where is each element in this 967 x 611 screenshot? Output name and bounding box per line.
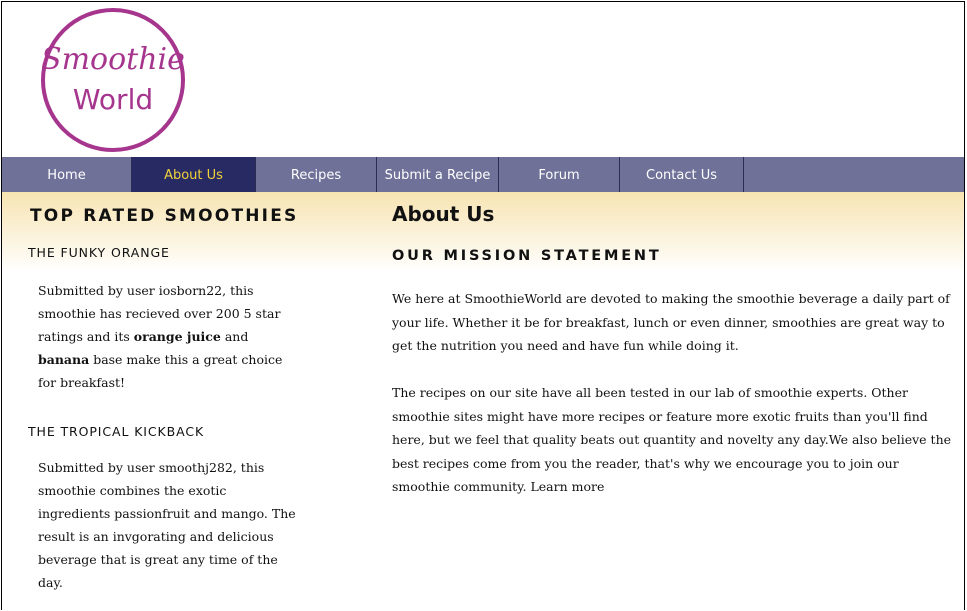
nav-submit-a-recipe[interactable]: Submit a Recipe [377,157,499,192]
main-nav: Home About Us Recipes Submit a Recipe Fo… [2,157,964,192]
content-area: TOP RATED SMOOTHIES THE FUNKY ORANGE Sub… [2,192,964,610]
mission-paragraph: We here at SmoothieWorld are devoted to … [392,291,950,353]
nav-recipes[interactable]: Recipes [256,157,377,192]
sidebar-title: TOP RATED SMOOTHIES [30,206,299,226]
nav-contact-us[interactable]: Contact Us [620,157,744,192]
smoothie-description: Submitted by user iosborn22, this smooth… [38,279,296,394]
recipes-paragraph: The recipes on our site have all been te… [392,381,958,499]
page-frame: Smoothie World Home About Us Recipes Sub… [1,1,965,610]
paragraph-text: The recipes on our site have all been te… [392,385,952,494]
smoothieworld-logo[interactable]: Smoothie World [37,7,189,159]
page-title: About Us [392,202,495,226]
nav-forum[interactable]: Forum [499,157,620,192]
nav-home[interactable]: Home [2,157,132,192]
desc-bold-ingredient: banana [38,352,90,367]
nav-about-us[interactable]: About Us [132,157,256,192]
logo-line1: Smoothie [41,42,185,77]
logo-line2: World [73,83,153,116]
smoothie-name: THE TROPICAL KICKBACK [28,424,205,439]
header: Smoothie World [2,2,964,157]
desc-text: and [220,329,249,344]
mission-heading: OUR MISSION STATEMENT [392,248,662,264]
smoothie-name: THE FUNKY ORANGE [28,245,170,260]
desc-bold-ingredient: orange juice [133,329,221,344]
smoothie-description: Submitted by user smoothj282, this smoot… [38,460,296,590]
learn-more-link[interactable]: Learn more [530,479,604,494]
